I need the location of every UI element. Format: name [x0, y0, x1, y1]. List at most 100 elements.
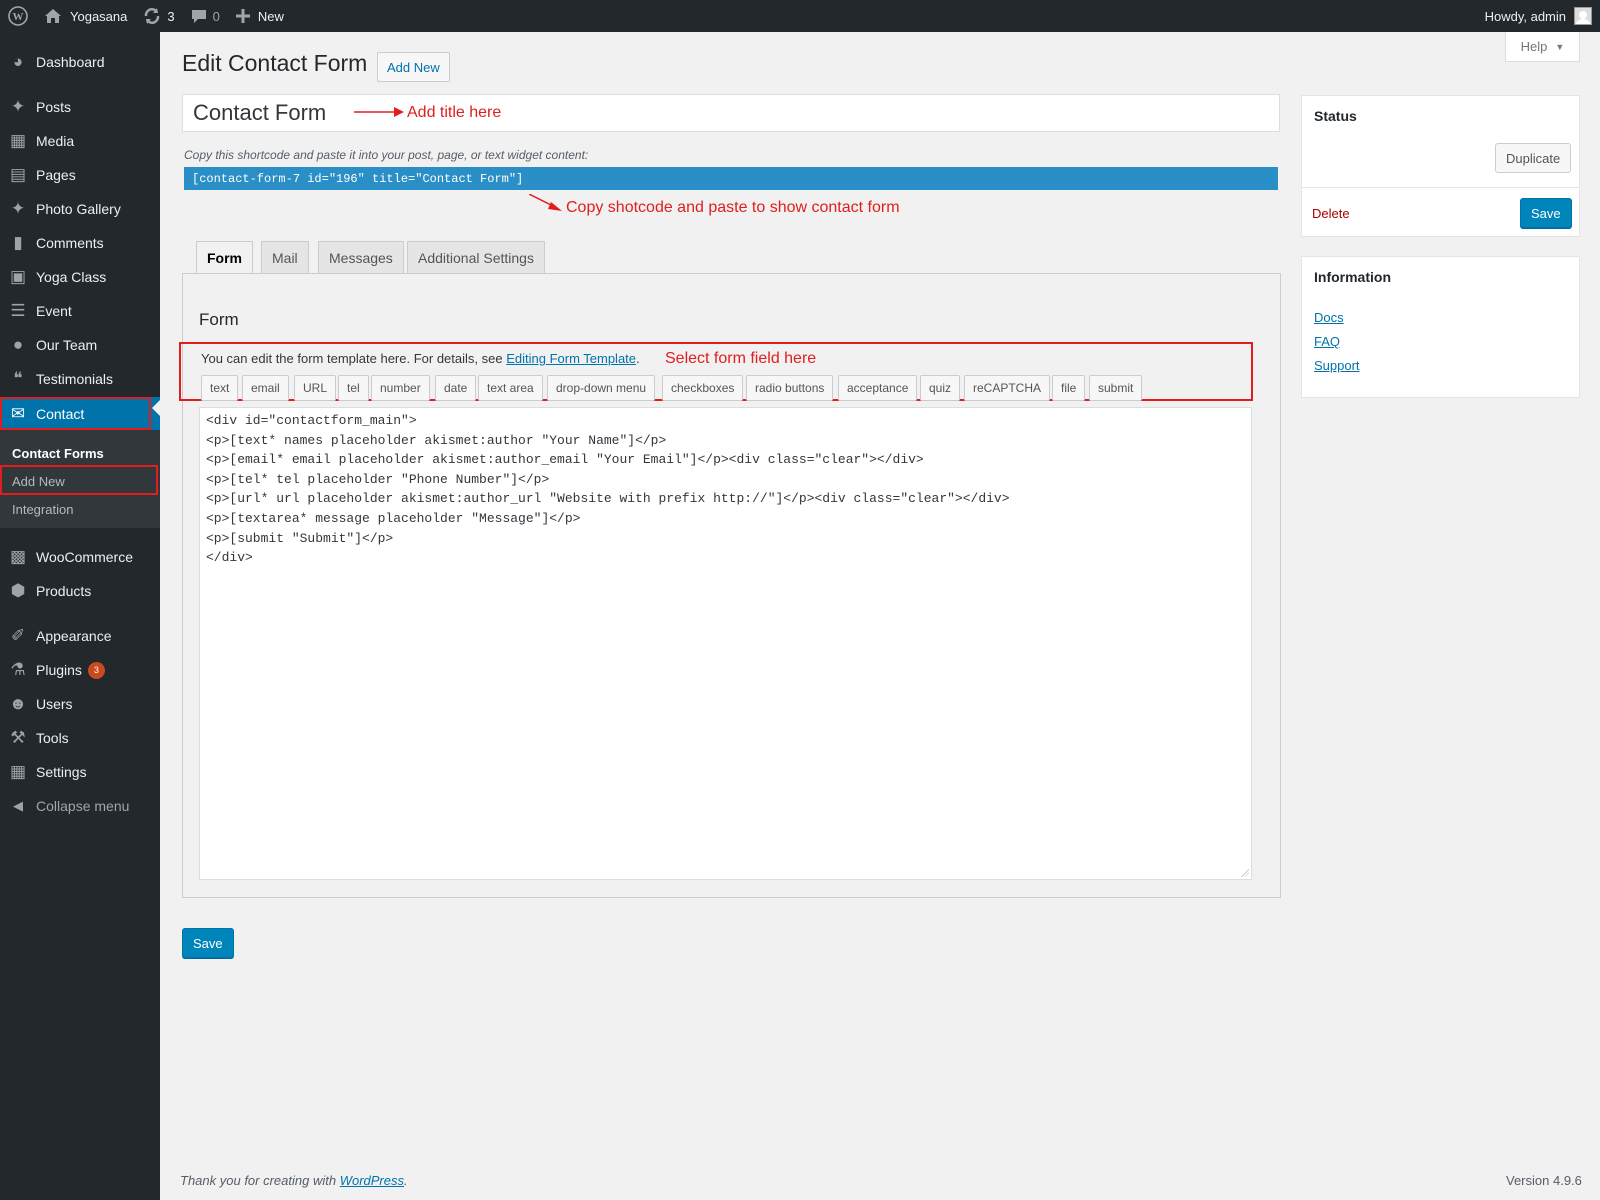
howdy-text: Howdy, admin — [1484, 8, 1566, 24]
duplicate-button[interactable]: Duplicate — [1495, 143, 1572, 173]
sidebar-item-label: Tools — [36, 730, 69, 746]
sidebar-item-pages[interactable]: ▤ Pages — [0, 158, 160, 192]
shortcode-value: [contact-form-7 id="196" title="Contact … — [192, 171, 524, 186]
chevron-down-icon: ▼ — [1555, 41, 1565, 52]
wordpress-link[interactable]: WordPress — [340, 1173, 404, 1188]
sidebar-item-tools[interactable]: ⚒ Tools — [0, 721, 160, 755]
sidebar-item-label: Products — [36, 583, 92, 599]
tag-button-email[interactable]: email — [242, 375, 289, 401]
tag-button-tel[interactable]: tel — [338, 375, 369, 401]
group-icon: ● — [12, 335, 24, 354]
sidebar-item-label: Our Team — [36, 337, 98, 353]
tab-mail[interactable]: Mail — [261, 241, 309, 273]
sidebar-item-appearance[interactable]: ✐ Appearance — [0, 619, 160, 653]
tab-form[interactable]: Form — [196, 241, 253, 274]
code-line: <p>[email* email placeholder akismet:aut… — [206, 452, 924, 468]
sidebar-item-comments[interactable]: ▮ Comments — [0, 226, 160, 260]
comments-link[interactable]: 0 — [183, 0, 228, 32]
brush-icon: ✐ — [10, 626, 26, 645]
information-box: Information Docs FAQ Support — [1301, 256, 1580, 398]
sidebar-item-dashboard[interactable]: ◕ Dashboard — [0, 45, 160, 79]
tag-button-text-area[interactable]: text area — [478, 375, 543, 401]
editing-form-template-link[interactable]: Editing Form Template — [506, 351, 636, 366]
code-line: <p>[text* names placeholder akismet:auth… — [206, 432, 667, 448]
tag-button-drop-down-menu[interactable]: drop-down menu — [547, 375, 656, 401]
information-box-title: Information — [1314, 269, 1391, 285]
svg-text:W: W — [13, 11, 24, 23]
sidebar-item-label: Testimonials — [36, 371, 114, 387]
add-new-button[interactable]: Add New — [377, 52, 450, 82]
woo-icon: ▩ — [9, 547, 27, 566]
tag-button-radio-buttons[interactable]: radio buttons — [746, 375, 834, 401]
updates-link[interactable]: 3 — [135, 0, 182, 32]
wordpress-logo-icon[interactable]: W — [0, 0, 36, 32]
support-link[interactable]: Support — [1314, 358, 1360, 373]
faq-link[interactable]: FAQ — [1314, 334, 1340, 349]
comments-count: 0 — [212, 8, 220, 24]
resize-handle-icon[interactable] — [1241, 869, 1249, 877]
sidebar-item-label: Pages — [36, 167, 76, 183]
annotation-select-field: Select form field here — [665, 350, 817, 367]
user-icon: ☻ — [9, 694, 27, 713]
account-menu[interactable]: Howdy, admin — [1485, 7, 1600, 25]
tag-button-date[interactable]: date — [435, 375, 477, 401]
list-icon: ☰ — [10, 301, 26, 320]
code-line: <p>[textarea* message placeholder "Messa… — [206, 510, 581, 526]
submenu-item-contact-forms[interactable]: Contact Forms — [0, 440, 160, 466]
tag-button-checkboxes[interactable]: checkboxes — [662, 375, 744, 401]
template-hint: You can edit the form template here. For… — [201, 351, 640, 366]
sidebar-item-settings[interactable]: ▦ Settings — [0, 755, 160, 789]
code-line: </div> — [206, 550, 253, 566]
panel-title: Form — [199, 310, 239, 329]
help-label: Help — [1520, 39, 1548, 54]
tag-button-file[interactable]: file — [1052, 375, 1086, 401]
sidebar-item-media[interactable]: ▦ Media — [0, 124, 160, 158]
sidebar-item-label: Settings — [36, 764, 87, 780]
tag-button-recaptcha[interactable]: reCAPTCHA — [964, 375, 1051, 401]
delete-link[interactable]: Delete — [1312, 206, 1350, 221]
code-line: <p>[tel* tel placeholder "Phone Number"]… — [206, 471, 550, 487]
tag-button-acceptance[interactable]: acceptance — [838, 375, 918, 401]
home-icon — [45, 9, 61, 23]
tag-button-url[interactable]: URL — [294, 375, 337, 401]
form-title-input[interactable]: Contact Form — [182, 94, 1280, 132]
tag-button-text[interactable]: text — [201, 375, 239, 401]
sidebar-item-plugins[interactable]: ⚗ Plugins 3 — [0, 653, 160, 687]
status-save-button[interactable]: Save — [1520, 198, 1572, 228]
sidebar-item-photo-gallery[interactable]: ✦ Photo Gallery — [0, 192, 160, 226]
sidebar-item-event[interactable]: ☰ Event — [0, 294, 160, 328]
code-line: <p>[submit "Submit"]</p> — [206, 530, 394, 546]
sidebar-item-woocommerce[interactable]: ▩ WooCommerce — [0, 540, 160, 574]
tag-button-submit[interactable]: submit — [1089, 375, 1143, 401]
sidebar-item-label: Plugins — [36, 662, 82, 678]
new-content-link[interactable]: New — [228, 0, 292, 32]
sidebar-item-our-team[interactable]: ● Our Team — [0, 328, 160, 362]
shortcode-field[interactable]: [contact-form-7 id="196" title="Contact … — [184, 167, 1278, 190]
footer-thanks-suffix: . — [404, 1173, 408, 1188]
sidebar-item-users[interactable]: ☻ Users — [0, 687, 160, 721]
sidebar-item-posts[interactable]: ✦ Posts — [0, 90, 160, 124]
sidebar-item-testimonials[interactable]: ❝ Testimonials — [0, 362, 160, 396]
sidebar-item-products[interactable]: ⬢ Products — [0, 574, 160, 608]
comment-icon — [191, 10, 206, 23]
sidebar-item-label: Posts — [36, 99, 72, 115]
sidebar-item-label: Photo Gallery — [36, 201, 121, 217]
footer-thanks: Thank you for creating with WordPress. — [180, 1173, 408, 1188]
tag-button-number[interactable]: number — [371, 375, 430, 401]
sidebar-item-yoga-class[interactable]: ▣ Yoga Class — [0, 260, 160, 294]
help-tab[interactable]: Help ▼ — [1505, 32, 1580, 62]
sidebar-item-label: Dashboard — [36, 54, 105, 70]
form-template-editor[interactable]: <div id="contactform_main"> <p>[text* na… — [199, 407, 1252, 880]
tab-additional-settings[interactable]: Additional Settings — [407, 241, 545, 273]
highlight-contact-box — [0, 397, 151, 430]
code-line: <div id="contactform_main"> — [206, 413, 417, 428]
tab-messages[interactable]: Messages — [318, 241, 404, 273]
site-name-link[interactable]: Yogasana — [36, 0, 135, 32]
submenu-item-integration[interactable]: Integration — [0, 496, 160, 522]
sidebar-item-collapse-menu[interactable]: ◀ Collapse menu — [0, 789, 160, 823]
docs-link[interactable]: Docs — [1314, 310, 1344, 325]
sidebar-item-label: Yoga Class — [36, 269, 107, 285]
tag-button-quiz[interactable]: quiz — [920, 375, 961, 401]
save-button[interactable]: Save — [182, 928, 234, 958]
footer-thanks-text: Thank you for creating with — [180, 1173, 340, 1188]
